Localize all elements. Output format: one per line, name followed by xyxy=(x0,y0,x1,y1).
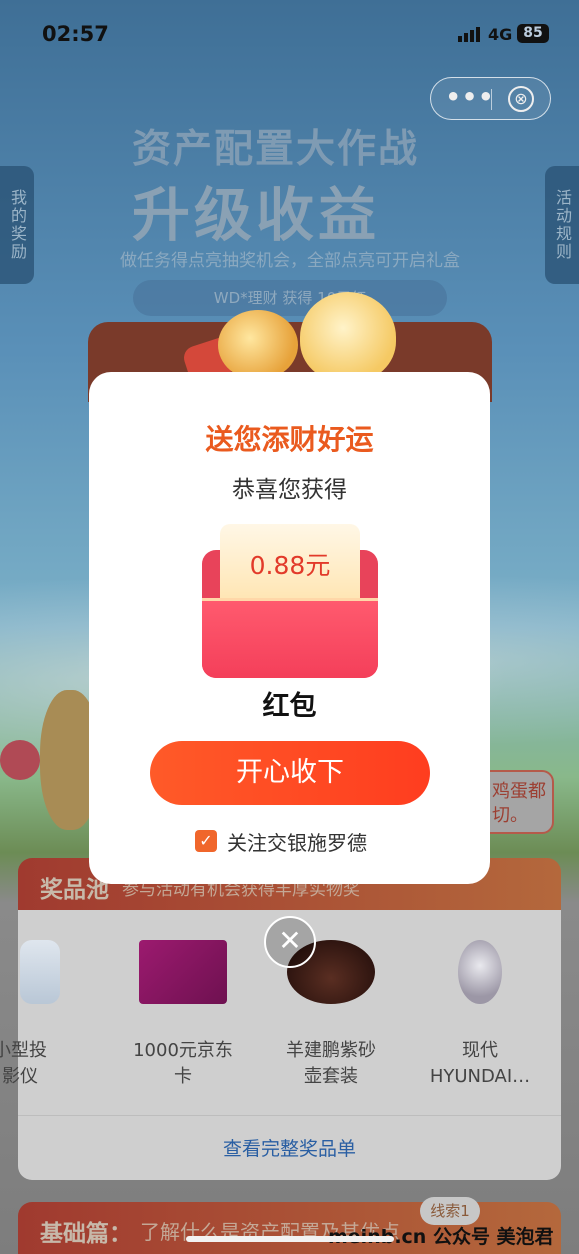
follow-checkbox[interactable]: ✓ xyxy=(195,830,217,852)
close-modal-icon[interactable]: ✕ xyxy=(264,916,316,968)
accept-reward-button[interactable]: 开心收下 xyxy=(150,741,430,805)
home-indicator xyxy=(186,1236,394,1242)
red-envelope-icon: 0.88元 xyxy=(202,524,378,678)
reward-modal: 送您添财好运 恭喜您获得 0.88元 红包 开心收下 ✓ 关注交银施罗德 xyxy=(89,372,490,884)
modal-subtitle: 恭喜您获得 xyxy=(232,477,347,503)
envelope-front xyxy=(202,598,378,678)
reward-name: 红包 xyxy=(262,691,317,722)
follow-option[interactable]: ✓ 关注交银施罗德 xyxy=(195,828,367,855)
follow-label: 关注交银施罗德 xyxy=(227,830,367,855)
reward-amount: 0.88元 xyxy=(249,551,331,580)
modal-title: 送您添财好运 xyxy=(205,423,374,456)
